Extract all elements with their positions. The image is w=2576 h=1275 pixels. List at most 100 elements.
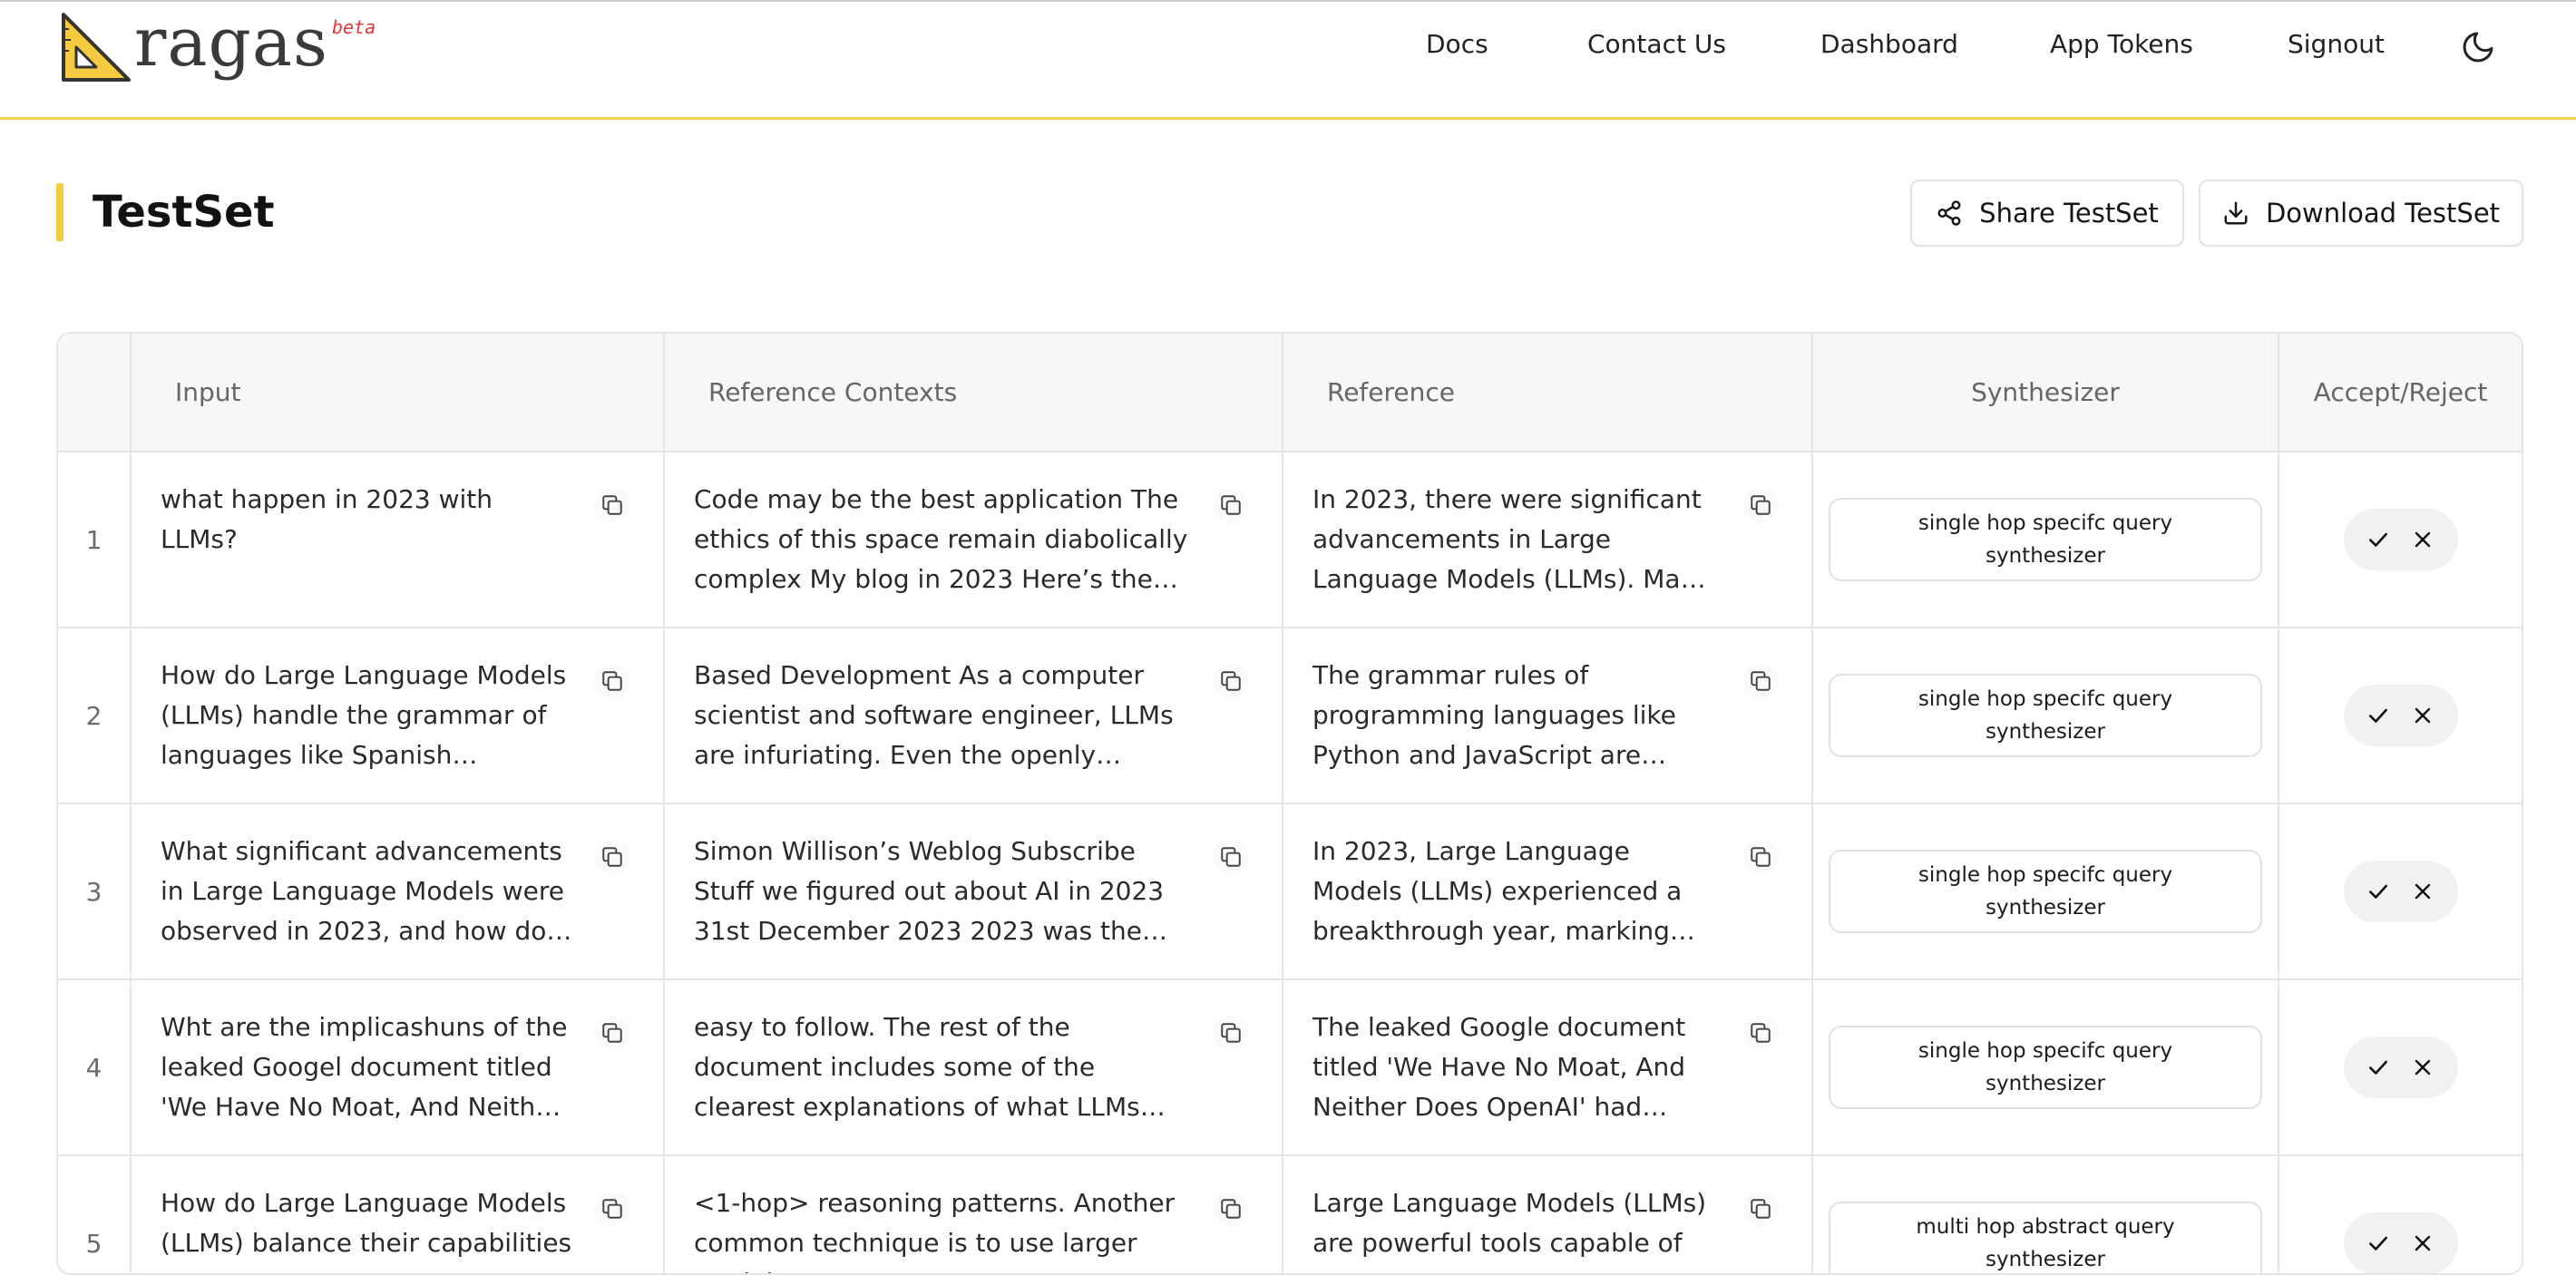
reference-contexts-text: Based Development As a computer scientis… bbox=[694, 660, 1174, 770]
copy-reference-button[interactable] bbox=[1742, 1015, 1779, 1051]
accept-reject-cell bbox=[2278, 803, 2522, 980]
accept-button[interactable] bbox=[2360, 697, 2396, 734]
reference-contexts-cell: easy to follow. The rest of the document… bbox=[664, 979, 1283, 1156]
synthesizer-column-header: Synthesizer bbox=[1812, 334, 2279, 453]
reference-contexts-column-header: Reference Contexts bbox=[664, 334, 1283, 453]
table-header-row: Input Reference Contexts Reference Synth… bbox=[58, 334, 2522, 453]
synthesizer-badge: single hop specifc query synthesizer bbox=[1829, 1026, 2262, 1109]
synthesizer-cell: single hop specifc query synthesizer bbox=[1812, 452, 2279, 628]
copy-contexts-button[interactable] bbox=[1213, 487, 1249, 523]
reference-text: Large Language Models (LLMs) are powerfu… bbox=[1312, 1188, 1707, 1258]
reference-contexts-text: Code may be the best application The eth… bbox=[694, 484, 1188, 594]
row-index: 3 bbox=[58, 803, 132, 980]
reject-button[interactable] bbox=[2405, 873, 2441, 910]
accept-button[interactable] bbox=[2360, 1225, 2396, 1261]
reject-button[interactable] bbox=[2405, 1225, 2441, 1261]
copy-contexts-button[interactable] bbox=[1213, 1191, 1249, 1227]
accept-button[interactable] bbox=[2360, 521, 2396, 558]
accept-button[interactable] bbox=[2360, 1049, 2396, 1085]
nav-dashboard-link[interactable]: Dashboard bbox=[1820, 29, 1958, 59]
table-row: 2 How do Large Language Models (LLMs) ha… bbox=[58, 628, 2522, 804]
nav-app-tokens-link[interactable]: App Tokens bbox=[2050, 29, 2193, 59]
copy-icon bbox=[602, 1199, 622, 1219]
input-text: what happen in 2023 with LLMs? bbox=[161, 484, 493, 554]
row-index: 4 bbox=[58, 979, 132, 1156]
copy-icon bbox=[1221, 847, 1241, 867]
check-icon bbox=[2369, 532, 2387, 547]
input-text: How do Large Language Models (LLMs) hand… bbox=[161, 660, 567, 770]
nav-links: Docs Contact Us Dashboard App Tokens Sig… bbox=[0, 29, 2576, 71]
reference-cell: The grammar rules of programming languag… bbox=[1283, 628, 1813, 804]
close-icon bbox=[2415, 531, 2431, 548]
reference-contexts-text: easy to follow. The rest of the document… bbox=[694, 1012, 1140, 1122]
check-icon bbox=[2369, 884, 2387, 899]
copy-input-button[interactable] bbox=[594, 1191, 630, 1227]
nav-contact-link[interactable]: Contact Us bbox=[1587, 29, 1726, 59]
reject-button[interactable] bbox=[2405, 1049, 2441, 1085]
check-icon bbox=[2369, 1060, 2387, 1075]
input-text: What significant advancements in Large L… bbox=[161, 836, 564, 946]
copy-icon bbox=[602, 495, 622, 515]
accept-reject-cell bbox=[2278, 452, 2522, 628]
input-text: How do Large Language Models (LLMs) bala… bbox=[161, 1188, 572, 1258]
copy-contexts-button[interactable] bbox=[1213, 839, 1249, 875]
testset-table: Input Reference Contexts Reference Synth… bbox=[56, 332, 2523, 1275]
share-testset-label: Share TestSet bbox=[1979, 198, 2159, 229]
accept-button[interactable] bbox=[2360, 873, 2396, 910]
table-row: 4 Wht are the implicashuns of the leaked… bbox=[58, 979, 2522, 1156]
synthesizer-cell: single hop specifc query synthesizer bbox=[1812, 979, 2279, 1156]
check-icon bbox=[2369, 708, 2387, 723]
download-testset-label: Download TestSet bbox=[2265, 198, 2501, 229]
theme-toggle-button[interactable] bbox=[2458, 27, 2498, 67]
synthesizer-badge: single hop specifc query synthesizer bbox=[1829, 498, 2262, 581]
synthesizer-badge: multi hop abstract query synthesizer bbox=[1829, 1202, 2262, 1273]
copy-icon bbox=[1221, 495, 1241, 515]
reference-cell: The leaked Google document titled 'We Ha… bbox=[1283, 979, 1813, 1156]
accept-reject-group bbox=[2343, 1212, 2458, 1273]
copy-reference-button[interactable] bbox=[1742, 1191, 1779, 1227]
reference-contexts-cell: Based Development As a computer scientis… bbox=[664, 628, 1283, 804]
synthesizer-cell: multi hop abstract query synthesizer bbox=[1812, 1155, 2279, 1273]
input-cell: Wht are the implicashuns of the leaked G… bbox=[131, 979, 665, 1156]
copy-icon bbox=[602, 1023, 622, 1043]
copy-input-button[interactable] bbox=[594, 663, 630, 699]
input-cell: How do Large Language Models (LLMs) bala… bbox=[131, 1155, 665, 1273]
reference-cell: In 2023, Large Language Models (LLMs) ex… bbox=[1283, 803, 1813, 980]
copy-icon bbox=[1221, 1023, 1241, 1043]
close-icon bbox=[2415, 1235, 2431, 1251]
input-column-header: Input bbox=[131, 334, 665, 453]
copy-input-button[interactable] bbox=[594, 1015, 630, 1051]
row-index: 1 bbox=[58, 452, 132, 628]
copy-input-button[interactable] bbox=[594, 839, 630, 875]
copy-icon bbox=[1751, 1199, 1771, 1219]
table-row: 5 How do Large Language Models (LLMs) ba… bbox=[58, 1155, 2522, 1273]
row-index: 5 bbox=[58, 1155, 132, 1273]
copy-reference-button[interactable] bbox=[1742, 663, 1779, 699]
nav-signout-link[interactable]: Signout bbox=[2288, 29, 2385, 59]
copy-icon bbox=[1221, 671, 1241, 691]
check-icon bbox=[2369, 1236, 2387, 1251]
share-testset-button[interactable]: Share TestSet bbox=[1910, 180, 2184, 247]
copy-icon bbox=[1751, 1023, 1771, 1043]
copy-reference-button[interactable] bbox=[1742, 487, 1779, 523]
reject-button[interactable] bbox=[2405, 697, 2441, 734]
accept-reject-cell bbox=[2278, 979, 2522, 1156]
reference-contexts-cell: <1-hop> reasoning patterns. Another comm… bbox=[664, 1155, 1283, 1273]
table-row: 3 What significant advancements in Large… bbox=[58, 803, 2522, 980]
nav-docs-link[interactable]: Docs bbox=[1426, 29, 1488, 59]
input-cell: what happen in 2023 with LLMs? bbox=[131, 452, 665, 628]
accept-reject-group bbox=[2343, 1037, 2458, 1098]
copy-contexts-button[interactable] bbox=[1213, 663, 1249, 699]
share-icon bbox=[1937, 200, 1961, 226]
reject-button[interactable] bbox=[2405, 521, 2441, 558]
reference-contexts-cell: Code may be the best application The eth… bbox=[664, 452, 1283, 628]
close-icon bbox=[2415, 1059, 2431, 1075]
download-testset-button[interactable]: Download TestSet bbox=[2199, 180, 2523, 247]
copy-input-button[interactable] bbox=[594, 487, 630, 523]
copy-icon bbox=[1751, 847, 1771, 867]
copy-contexts-button[interactable] bbox=[1213, 1015, 1249, 1051]
copy-reference-button[interactable] bbox=[1742, 839, 1779, 875]
accept-reject-cell bbox=[2278, 628, 2522, 804]
moon-icon bbox=[2463, 32, 2493, 63]
input-cell: What significant advancements in Large L… bbox=[131, 803, 665, 980]
